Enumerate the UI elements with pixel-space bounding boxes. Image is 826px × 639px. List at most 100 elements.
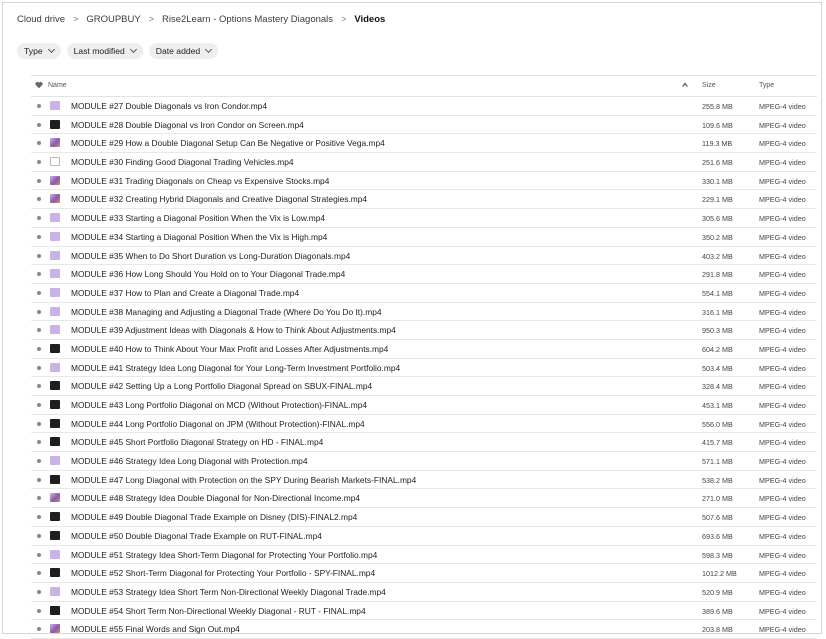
file-name[interactable]: MODULE #33 Starting a Diagonal Position … xyxy=(71,213,325,223)
file-name[interactable]: MODULE #37 How to Plan and Create a Diag… xyxy=(71,288,299,298)
file-name[interactable]: MODULE #40 How to Think About Your Max P… xyxy=(71,344,388,354)
bullet-icon xyxy=(37,122,41,127)
table-row[interactable]: MODULE #31 Trading Diagonals on Cheap vs… xyxy=(31,172,817,191)
table-row[interactable]: MODULE #42 Setting Up a Long Portfolio D… xyxy=(31,377,817,396)
heart-icon[interactable] xyxy=(35,81,43,89)
file-name[interactable]: MODULE #39 Adjustment Ideas with Diagona… xyxy=(71,325,396,335)
breadcrumb-item-course-folder[interactable]: Rise2Learn - Options Mastery Diagonals xyxy=(162,14,333,25)
file-size: 403.2 MB xyxy=(702,251,733,261)
bullet-icon xyxy=(37,403,41,407)
table-row[interactable]: MODULE #33 Starting a Diagonal Position … xyxy=(31,209,817,228)
table-row[interactable]: MODULE #27 Double Diagonals vs Iron Cond… xyxy=(31,97,817,116)
table-row[interactable]: MODULE #35 When to Do Short Duration vs … xyxy=(31,247,817,266)
file-type: MPEG-4 video xyxy=(759,401,806,410)
table-row[interactable]: MODULE #45 Short Portfolio Diagonal Stra… xyxy=(31,433,817,453)
breadcrumb-item-groupbuy[interactable]: GROUPBUY xyxy=(86,14,140,25)
table-row[interactable]: MODULE #55 Final Words and Sign Out.mp4 2… xyxy=(31,620,817,639)
column-header-size[interactable]: Size xyxy=(702,82,716,89)
table-row[interactable]: MODULE #43 Long Portfolio Diagonal on MC… xyxy=(31,396,817,415)
file-name[interactable]: MODULE #50 Double Diagonal Trade Example… xyxy=(71,531,322,541)
sort-ascending-icon[interactable] xyxy=(681,81,689,89)
video-thumbnail-icon xyxy=(50,568,60,578)
file-name[interactable]: MODULE #48 Strategy Idea Double Diagonal… xyxy=(71,493,360,503)
file-name[interactable]: MODULE #53 Strategy Idea Short Term Non-… xyxy=(71,587,386,597)
file-type: MPEG-4 video xyxy=(759,176,806,186)
file-name[interactable]: MODULE #47 Long Diagonal with Protection… xyxy=(71,475,416,485)
file-name[interactable]: MODULE #42 Setting Up a Long Portfolio D… xyxy=(71,381,372,391)
bullet-icon xyxy=(37,627,41,632)
table-row[interactable]: MODULE #46 Strategy Idea Long Diagonal w… xyxy=(31,452,817,471)
file-size: 389.6 MB xyxy=(702,606,733,616)
table-row[interactable]: MODULE #30 Finding Good Diagonal Trading… xyxy=(31,153,817,172)
file-name[interactable]: MODULE #29 How a Double Diagonal Setup C… xyxy=(71,138,385,148)
file-name[interactable]: MODULE #54 Short Term Non-Directional We… xyxy=(71,606,366,616)
file-name[interactable]: MODULE #44 Long Portfolio Diagonal on JP… xyxy=(71,419,365,429)
file-name[interactable]: MODULE #31 Trading Diagonals on Cheap vs… xyxy=(71,176,329,186)
table-row[interactable]: MODULE #47 Long Diagonal with Protection… xyxy=(31,471,817,490)
file-type: MPEG-4 video xyxy=(759,494,806,504)
table-row[interactable]: MODULE #41 Strategy Idea Long Diagonal f… xyxy=(31,359,817,378)
bullet-icon xyxy=(37,552,41,557)
file-name[interactable]: MODULE #38 Managing and Adjusting a Diag… xyxy=(71,307,382,317)
file-type: MPEG-4 video xyxy=(759,531,806,541)
table-row[interactable]: MODULE #29 How a Double Diagonal Setup C… xyxy=(31,134,817,154)
file-name[interactable]: MODULE #32 Creating Hybrid Diagonals and… xyxy=(71,194,367,204)
file-name[interactable]: MODULE #43 Long Portfolio Diagonal on MC… xyxy=(71,400,367,410)
table-row[interactable]: MODULE #49 Double Diagonal Trade Example… xyxy=(31,508,817,527)
table-row[interactable]: MODULE #54 Short Term Non-Directional We… xyxy=(31,602,817,621)
table-row[interactable]: MODULE #48 Strategy Idea Double Diagonal… xyxy=(31,489,817,509)
file-name[interactable]: MODULE #28 Double Diagonal vs Iron Condo… xyxy=(71,120,304,130)
column-header-name[interactable]: Name xyxy=(48,82,67,89)
video-thumbnail-icon xyxy=(50,287,60,297)
filter-date-added-dropdown[interactable]: Date added xyxy=(148,43,219,59)
file-name[interactable]: MODULE #49 Double Diagonal Trade Example… xyxy=(71,512,357,522)
table-row[interactable]: MODULE #38 Managing and Adjusting a Diag… xyxy=(31,303,817,322)
file-type: MPEG-4 video xyxy=(759,251,806,261)
video-thumbnail-icon xyxy=(50,325,60,335)
table-row[interactable]: MODULE #32 Creating Hybrid Diagonals and… xyxy=(31,190,817,210)
table-row[interactable]: MODULE #37 How to Plan and Create a Diag… xyxy=(31,284,817,303)
bullet-icon xyxy=(37,533,41,538)
table-row[interactable]: MODULE #40 How to Think About Your Max P… xyxy=(31,340,817,359)
table-row[interactable]: MODULE #52 Short-Term Diagonal for Prote… xyxy=(31,564,817,583)
file-size: 415.7 MB xyxy=(702,438,733,448)
file-name[interactable]: MODULE #41 Strategy Idea Long Diagonal f… xyxy=(71,363,400,373)
table-row[interactable]: MODULE #50 Double Diagonal Trade Example… xyxy=(31,527,817,546)
file-name[interactable]: MODULE #52 Short-Term Diagonal for Prote… xyxy=(71,568,375,578)
file-size: 255.8 MB xyxy=(702,102,733,111)
video-thumbnail-icon xyxy=(50,138,60,148)
video-thumbnail-icon xyxy=(50,456,60,466)
file-size: 556.0 MB xyxy=(702,419,733,429)
file-browser-window: Cloud drive > GROUPBUY > Rise2Learn - Op… xyxy=(2,2,822,639)
file-type: MPEG-4 video xyxy=(759,625,806,635)
bullet-icon xyxy=(37,234,41,239)
file-name[interactable]: MODULE #51 Strategy Idea Short-Term Diag… xyxy=(71,550,377,560)
file-name[interactable]: MODULE #34 Starting a Diagonal Position … xyxy=(71,232,327,242)
table-row[interactable]: MODULE #39 Adjustment Ideas with Diagona… xyxy=(31,321,817,340)
file-name[interactable]: MODULE #55 Final Words and Sign Out.mp4 xyxy=(71,624,240,634)
table-row[interactable]: MODULE #34 Starting a Diagonal Position … xyxy=(31,228,817,247)
file-name[interactable]: MODULE #45 Short Portfolio Diagonal Stra… xyxy=(71,437,323,447)
bullet-icon xyxy=(37,253,41,258)
file-type: MPEG-4 video xyxy=(759,513,806,523)
filter-last-modified-dropdown[interactable]: Last modified xyxy=(66,43,143,59)
filter-type-dropdown[interactable]: Type xyxy=(17,43,61,59)
table-row[interactable]: MODULE #36 How Long Should You Hold on t… xyxy=(31,265,817,284)
column-header-type[interactable]: Type xyxy=(759,82,774,89)
file-name[interactable]: MODULE #30 Finding Good Diagonal Trading… xyxy=(71,157,294,167)
file-size: 350.2 MB xyxy=(702,232,733,242)
file-name[interactable]: MODULE #27 Double Diagonals vs Iron Cond… xyxy=(71,101,267,111)
table-row[interactable]: MODULE #44 Long Portfolio Diagonal on JP… xyxy=(31,415,817,434)
table-row[interactable]: MODULE #28 Double Diagonal vs Iron Condo… xyxy=(31,116,817,135)
file-type: MPEG-4 video xyxy=(759,363,806,373)
file-size: 520.9 MB xyxy=(702,587,733,597)
file-name[interactable]: MODULE #35 When to Do Short Duration vs … xyxy=(71,251,350,261)
file-type: MPEG-4 video xyxy=(759,606,806,616)
video-thumbnail-icon xyxy=(50,213,60,223)
breadcrumb-item-cloud-drive[interactable]: Cloud drive xyxy=(17,14,65,25)
table-row[interactable]: MODULE #51 Strategy Idea Short-Term Diag… xyxy=(31,546,817,565)
file-name[interactable]: MODULE #46 Strategy Idea Long Diagonal w… xyxy=(71,456,308,466)
table-row[interactable]: MODULE #53 Strategy Idea Short Term Non-… xyxy=(31,583,817,602)
file-name[interactable]: MODULE #36 How Long Should You Hold on t… xyxy=(71,269,345,279)
bullet-icon xyxy=(37,589,41,594)
